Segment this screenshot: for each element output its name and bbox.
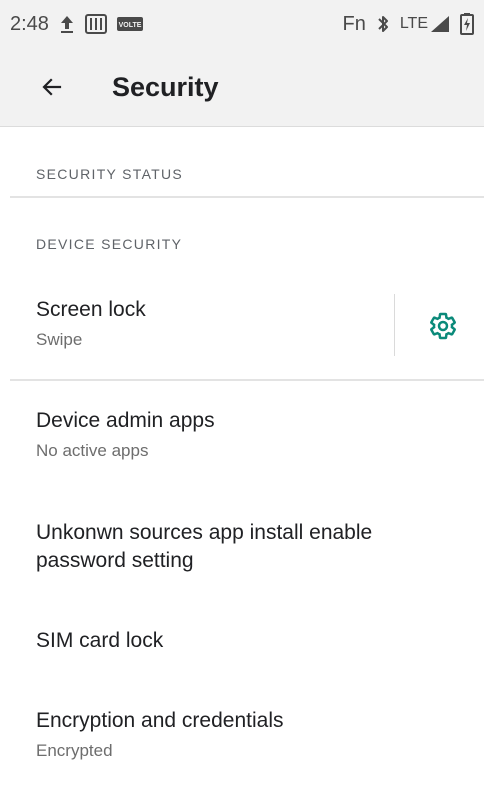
screen-lock-item[interactable]: Screen lock Swipe [0,296,394,360]
device-admin-apps-title: Device admin apps [36,409,215,432]
app-bar: Security [0,48,484,127]
sd-card-icon [84,14,107,34]
fn-indicator: Fn [342,12,366,35]
battery-charging-icon [460,13,474,35]
screen-lock-summary: Swipe [36,330,83,349]
vertical-separator [394,294,395,356]
network-type: LTE [399,15,428,32]
device-admin-apps-summary: No active apps [36,441,149,460]
status-bar: 2:48 VOLTE Fn LTE [0,0,484,48]
device-admin-apps-item[interactable]: Device admin apps No active apps [0,407,484,461]
screen-lock-settings-button[interactable] [421,304,465,348]
divider [10,196,484,198]
upload-icon [59,14,75,34]
section-header-device-security: DEVICE SECURITY [36,236,183,252]
sim-card-lock-item[interactable]: SIM card lock [0,627,484,655]
unknown-sources-item[interactable]: Unkonwn sources app install enable passw… [0,519,484,575]
clock: 2:48 [10,12,49,35]
section-header-security-status: SECURITY STATUS [36,166,184,182]
volte-icon: VOLTE [116,17,143,31]
volte-label: VOLTE [119,22,142,29]
divider [10,379,484,381]
signal-icon [430,15,450,33]
screen-lock-title: Screen lock [36,298,146,321]
back-arrow-icon [40,75,64,99]
unknown-sources-title: Unkonwn sources app install enable passw… [36,521,373,572]
gear-icon [428,311,458,341]
encryption-credentials-item[interactable]: Encryption and credentials Encrypted [0,707,484,761]
encryption-credentials-title: Encryption and credentials [36,709,284,732]
bluetooth-icon [376,14,390,34]
sim-card-lock-title: SIM card lock [36,629,164,652]
encryption-credentials-summary: Encrypted [36,741,113,760]
page-title: Security [112,71,219,102]
back-button[interactable] [28,63,76,111]
